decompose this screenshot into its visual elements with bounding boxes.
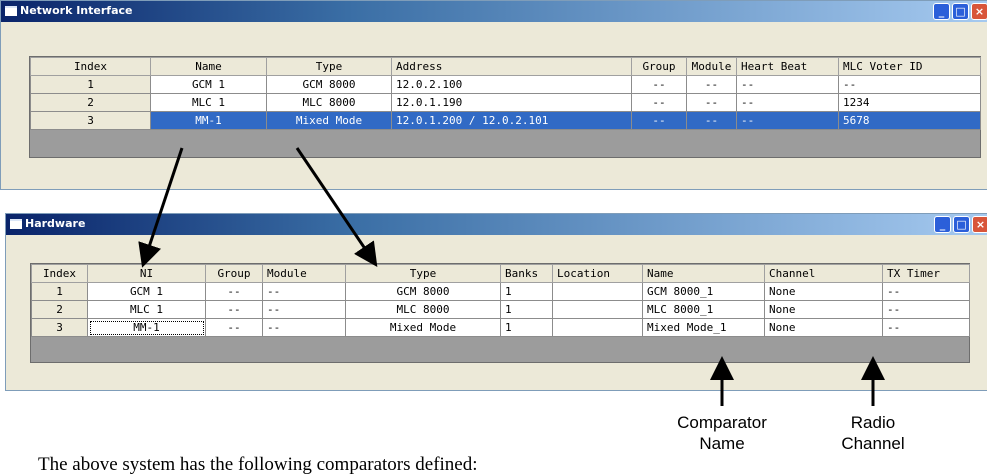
comparator-caption-line1: Comparator [677, 413, 767, 432]
radio-caption-line1: Radio [850, 413, 896, 432]
radio-caption-line2: Channel [841, 434, 905, 453]
comparator-caption-line2: Name [699, 434, 745, 453]
arrow-type-to-type [295, 147, 378, 267]
arrow-name-to-ni [138, 147, 184, 268]
annotation-arrows [138, 147, 885, 406]
body-text: The above system has the following compa… [38, 454, 478, 475]
comparator-name-caption: Comparator Name [662, 412, 782, 454]
radio-channel-caption: Radio Channel [823, 412, 923, 454]
